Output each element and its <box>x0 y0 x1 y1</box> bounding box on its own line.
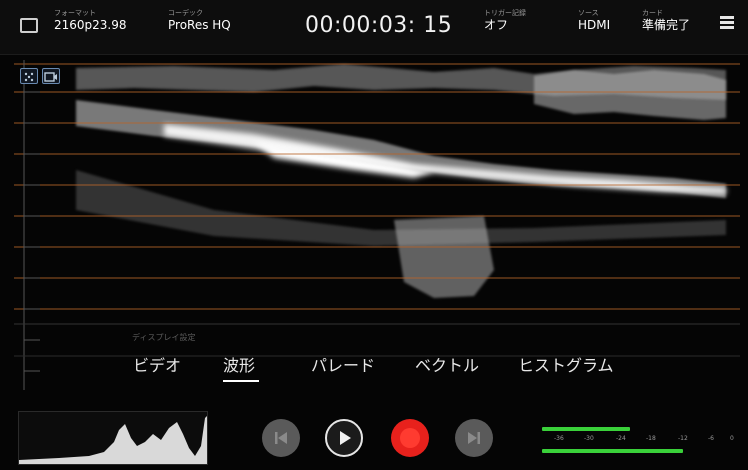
skip-back-icon <box>275 432 287 444</box>
format-status[interactable]: フォーマット 2160p23.98 <box>54 9 127 33</box>
waveform-plot <box>14 60 740 390</box>
card-status[interactable]: カード 準備完了 <box>642 9 690 33</box>
meter-tick: -12 <box>678 435 688 442</box>
meter-tick: 0 <box>730 435 734 442</box>
meter-tick: -24 <box>616 435 626 442</box>
skip-back-button[interactable] <box>262 419 300 457</box>
meter-tick: -36 <box>554 435 564 442</box>
codec-status[interactable]: コーデック ProRes HQ <box>168 9 231 33</box>
scope-overlay-toggle[interactable] <box>20 68 38 84</box>
record-icon <box>400 428 420 448</box>
histogram-graph <box>19 416 207 464</box>
waveform-scope <box>14 60 740 390</box>
monitor-icon[interactable] <box>20 18 38 33</box>
skip-forward-icon <box>468 432 480 444</box>
display-tabs: ビデオ 波形 パレード ベクトル ヒストグラム <box>0 352 748 382</box>
menu-icon[interactable] <box>720 16 734 34</box>
tab-video[interactable]: ビデオ <box>133 352 181 376</box>
trigger-label: トリガー記録 <box>484 9 526 17</box>
card-label: カード <box>642 9 663 17</box>
record-button[interactable] <box>391 419 429 457</box>
meter-tick: -30 <box>584 435 594 442</box>
source-status[interactable]: ソース HDMI <box>578 9 610 33</box>
trigger-record-status[interactable]: トリガー記録 オフ <box>484 9 526 33</box>
grid-dots-icon <box>24 72 34 82</box>
format-label: フォーマット <box>54 9 96 17</box>
skip-forward-button[interactable] <box>455 419 493 457</box>
status-bar: フォーマット 2160p23.98 コーデック ProRes HQ 00:00:… <box>0 0 748 55</box>
trigger-value: オフ <box>484 18 509 32</box>
audio-meter-channel-1 <box>542 427 630 431</box>
play-icon <box>340 431 351 445</box>
scope-mode-toggle[interactable] <box>42 68 60 84</box>
recorder-screen: フォーマット 2160p23.98 コーデック ProRes HQ 00:00:… <box>0 0 748 470</box>
codec-value: ProRes HQ <box>168 18 231 32</box>
format-value: 2160p23.98 <box>54 18 127 32</box>
active-tab-indicator <box>223 380 259 382</box>
display-settings-label: ディスプレイ設定 <box>132 333 196 342</box>
source-label: ソース <box>578 9 599 17</box>
tab-histogram[interactable]: ヒストグラム <box>518 352 614 376</box>
meter-tick: -18 <box>646 435 656 442</box>
camera-icon <box>44 72 57 82</box>
audio-meters[interactable]: -36 -30 -24 -18 -12 -6 0 <box>536 418 742 462</box>
timecode-display[interactable]: 00:00:03: 15 <box>305 13 452 38</box>
codec-label: コーデック <box>168 9 203 17</box>
tab-parade[interactable]: パレード <box>311 352 375 376</box>
audio-meter-channel-2 <box>542 449 683 453</box>
card-value: 準備完了 <box>642 18 691 32</box>
tab-vector[interactable]: ベクトル <box>415 352 479 376</box>
source-value: HDMI <box>578 18 611 32</box>
histogram-thumbnail[interactable] <box>18 411 208 465</box>
waveform-trace <box>76 64 726 298</box>
tab-waveform[interactable]: 波形 <box>223 352 255 376</box>
play-button[interactable] <box>325 419 363 457</box>
meter-tick: -6 <box>708 435 714 442</box>
